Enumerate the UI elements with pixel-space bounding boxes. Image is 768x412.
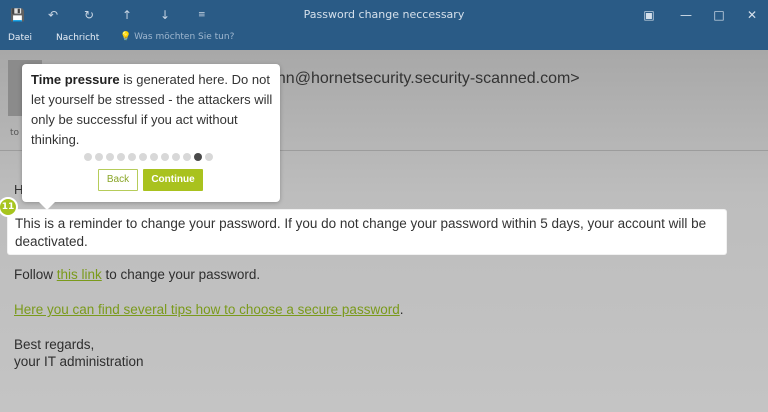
tour-tooltip: Time pressure is generated here. Do not … xyxy=(22,64,280,210)
tips-suffix: . xyxy=(399,302,404,317)
ribbon-display-icon[interactable]: ▣ xyxy=(637,5,661,25)
progress-dot xyxy=(194,153,202,161)
tooltip-text: Time pressure is generated here. Do not … xyxy=(31,70,275,150)
progress-dots xyxy=(84,153,224,161)
tab-nachricht[interactable]: Nachricht xyxy=(56,33,99,43)
tell-me-search[interactable]: 💡 Was möchten Sie tun? xyxy=(120,32,234,42)
highlighted-paragraph-box: This is a reminder to change your passwo… xyxy=(8,210,726,254)
to-label: to xyxy=(10,128,20,138)
search-placeholder: Was möchten Sie tun? xyxy=(134,32,235,42)
back-button[interactable]: Back xyxy=(98,169,138,191)
minimize-button[interactable]: — xyxy=(674,5,698,25)
tips-line: Here you can find several tips how to ch… xyxy=(14,302,403,317)
tooltip-bold: Time pressure xyxy=(31,72,120,87)
progress-dot xyxy=(139,153,147,161)
progress-dot xyxy=(172,153,180,161)
this-link[interactable]: this link xyxy=(57,267,102,282)
progress-dot xyxy=(183,153,191,161)
progress-dot xyxy=(106,153,114,161)
continue-button[interactable]: Continue xyxy=(143,169,203,191)
progress-dot xyxy=(128,153,136,161)
follow-prefix: Follow xyxy=(14,267,57,282)
follow-suffix: to change your password. xyxy=(101,267,261,282)
tab-datei[interactable]: Datei xyxy=(8,33,32,43)
progress-dot xyxy=(161,153,169,161)
signature: your IT administration xyxy=(14,354,144,369)
highlighted-paragraph: This is a reminder to change your passwo… xyxy=(15,216,707,249)
progress-dot xyxy=(150,153,158,161)
progress-dot xyxy=(95,153,103,161)
lightbulb-icon: 💡 xyxy=(120,32,132,42)
follow-line: Follow this link to change your password… xyxy=(14,267,260,282)
progress-dot xyxy=(84,153,92,161)
sender-address: ann@hornetsecurity.security-scanned.com> xyxy=(268,70,580,87)
tips-link[interactable]: Here you can find several tips how to ch… xyxy=(14,302,400,317)
progress-dot xyxy=(117,153,125,161)
maximize-button[interactable]: □ xyxy=(707,5,731,25)
close-button[interactable]: ✕ xyxy=(740,5,764,25)
progress-dot xyxy=(205,153,213,161)
regards: Best regards, xyxy=(14,337,95,352)
ribbon: Datei Nachricht 💡 Was möchten Sie tun? xyxy=(0,30,768,50)
title-bar: 💾 ↶ ↻ ↑ ↓ ≡ Password change neccessary ▣… xyxy=(0,0,768,30)
